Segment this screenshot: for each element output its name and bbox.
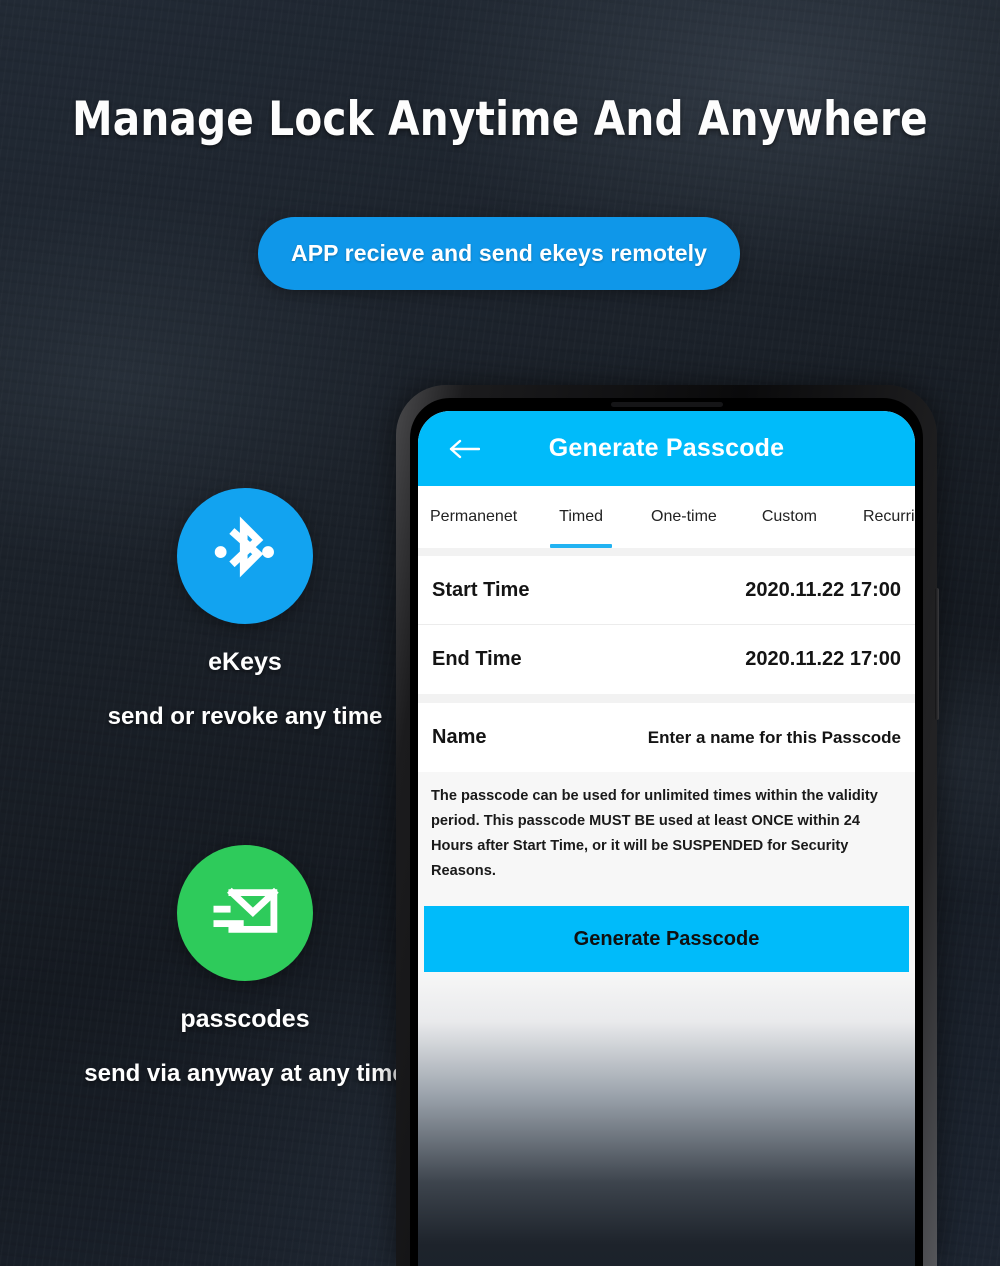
screen-fade-out — [418, 972, 915, 1266]
back-arrow-icon[interactable] — [448, 438, 481, 460]
passcode-description: The passcode can be used for unlimited t… — [418, 772, 915, 898]
page-title: Manage Lock Anytime And Anywhere — [72, 92, 928, 147]
row-name[interactable]: Name Enter a name for this Passcode — [418, 703, 915, 772]
app-header: Generate Passcode — [418, 411, 915, 486]
tabs-divider — [418, 548, 915, 556]
bluetooth-icon — [204, 513, 286, 600]
row-name-label: Name — [432, 726, 487, 748]
tab-timed-label: Timed — [559, 508, 604, 525]
tab-one-time-label: One-time — [651, 508, 717, 525]
row-end-time-label: End Time — [432, 648, 522, 670]
tab-recurring[interactable]: Recurring — [863, 486, 915, 548]
ekeys-icon-circle — [177, 488, 313, 624]
row-end-time-value: 2020.11.22 17:00 — [745, 648, 901, 670]
time-fields-group: Start Time 2020.11.22 17:00 End Time 202… — [418, 556, 915, 694]
tab-recurring-label: Recurring — [862, 508, 915, 525]
generate-passcode-button[interactable]: Generate Passcode — [424, 906, 909, 972]
phone-earpiece — [610, 402, 723, 407]
name-input-placeholder[interactable]: Enter a name for this Passcode — [648, 728, 901, 748]
generate-button-wrap: Generate Passcode — [418, 898, 915, 972]
passcodes-icon-circle — [177, 845, 313, 981]
tab-custom[interactable]: Custom — [762, 486, 817, 548]
passcode-type-tabs: Permanenet Timed One-time Custom Recurri… — [418, 486, 915, 548]
row-end-time[interactable]: End Time 2020.11.22 17:00 — [418, 625, 915, 694]
app-header-title: Generate Passcode — [548, 434, 785, 462]
tab-one-time[interactable]: One-time — [651, 486, 717, 548]
phone-bezel: Generate Passcode Permanenet Timed One-t… — [410, 398, 923, 1266]
tagline-badge: APP recieve and send ekeys remotely — [258, 217, 740, 290]
row-start-time[interactable]: Start Time 2020.11.22 17:00 — [418, 556, 915, 625]
row-start-time-value: 2020.11.22 17:00 — [745, 578, 901, 601]
tab-underline — [550, 544, 613, 548]
tab-permanenet[interactable]: Permanenet — [430, 486, 517, 548]
phone-side-button[interactable] — [935, 588, 939, 720]
name-field-group: Name Enter a name for this Passcode — [418, 703, 915, 772]
tab-permanenet-label: Permanenet — [430, 508, 518, 525]
form-group-divider — [418, 694, 915, 703]
row-start-time-label: Start Time — [432, 578, 530, 601]
envelope-send-icon — [203, 869, 287, 958]
tagline-badge-label: APP recieve and send ekeys remotely — [290, 240, 708, 266]
phone-screen: Generate Passcode Permanenet Timed One-t… — [418, 411, 915, 1266]
tab-custom-label: Custom — [761, 508, 817, 525]
tab-timed[interactable]: Timed — [550, 486, 613, 548]
phone-mockup: Generate Passcode Permanenet Timed One-t… — [396, 385, 939, 1266]
